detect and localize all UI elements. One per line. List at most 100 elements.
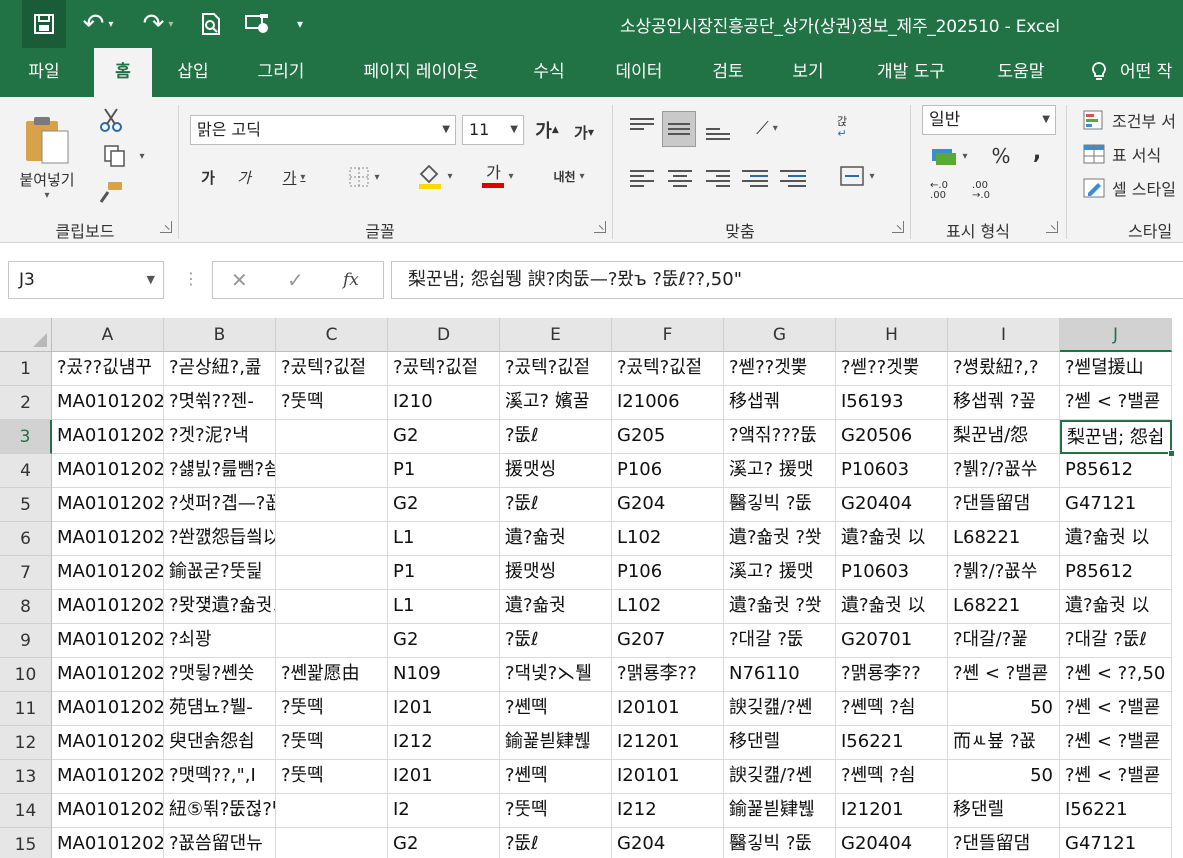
- undo-button[interactable]: ↶ ▾: [74, 0, 122, 48]
- grid-cell[interactable]: ?뷁?/?꾮쑤: [948, 556, 1060, 590]
- grid-cell[interactable]: ?섏빐?릂뺌?쇰뚮: [164, 454, 276, 488]
- format-painter-button[interactable]: [96, 177, 126, 207]
- row-header[interactable]: 7: [0, 556, 52, 590]
- grid-cell[interactable]: MA0101202: [52, 760, 164, 794]
- grid-cell[interactable]: 遺?숇궛 以: [836, 522, 948, 556]
- column-header-a[interactable]: A: [52, 318, 164, 352]
- grid-cell[interactable]: ?뚯뗵: [276, 726, 388, 760]
- grid-cell[interactable]: 移샙궦: [724, 386, 836, 420]
- row-header[interactable]: 1: [0, 352, 52, 386]
- grid-cell[interactable]: ?대갈 ?뚮: [724, 624, 836, 658]
- grid-cell[interactable]: 鍮꾩븯肄붾: [500, 726, 612, 760]
- grid-cell[interactable]: 遺?숇궛: [500, 522, 612, 556]
- row-header[interactable]: 11: [0, 692, 52, 726]
- grid-cell[interactable]: L102: [612, 522, 724, 556]
- grid-cell[interactable]: 遺?숇궛 ?쐇: [724, 522, 836, 556]
- row-header[interactable]: 13: [0, 760, 52, 794]
- row-header[interactable]: 14: [0, 794, 52, 828]
- grid-cell[interactable]: L1: [388, 590, 500, 624]
- grid-cell[interactable]: 諛깆컖/?쏀: [724, 692, 836, 726]
- print-preview-button[interactable]: [196, 0, 226, 48]
- copy-button[interactable]: ▾: [96, 141, 152, 171]
- grid-cell[interactable]: G2: [388, 828, 500, 858]
- underline-button[interactable]: 가 ▾: [268, 163, 320, 191]
- align-center-icon[interactable]: [668, 167, 692, 190]
- grid-cell[interactable]: [276, 454, 388, 488]
- wrap-text-button[interactable]: 갅 ↵: [826, 111, 858, 145]
- grid-cell[interactable]: ?맷뗵??,",I: [164, 760, 276, 794]
- align-left-icon[interactable]: [630, 167, 654, 190]
- grid-cell[interactable]: P10603: [836, 556, 948, 590]
- tab-data[interactable]: 데이터: [600, 48, 678, 97]
- tab-page-layout[interactable]: 페이지 레이아웃: [342, 48, 500, 97]
- grid-cell[interactable]: ?쏀꽕愿由: [276, 658, 388, 692]
- grid-cell[interactable]: ?댁넻?⋋퉬: [500, 658, 612, 692]
- grid-cell[interactable]: 溪고? 援맷: [724, 556, 836, 590]
- tell-me-search[interactable]: 어떤 작: [1090, 48, 1183, 97]
- grid-cell[interactable]: 鍮꾩븯肄붾: [724, 794, 836, 828]
- grid-cell[interactable]: 遺?숇궛 以: [1060, 590, 1172, 624]
- grid-cell[interactable]: [276, 522, 388, 556]
- grid-cell[interactable]: G204: [612, 828, 724, 858]
- grid-cell[interactable]: L68221: [948, 590, 1060, 624]
- bold-button[interactable]: 가: [196, 163, 220, 191]
- grid-cell[interactable]: G20404: [836, 488, 948, 522]
- grid-cell[interactable]: I20101: [612, 692, 724, 726]
- accounting-format-button[interactable]: ▾: [922, 141, 976, 171]
- row-header[interactable]: 2: [0, 386, 52, 420]
- row-header[interactable]: 10: [0, 658, 52, 692]
- grid-cell[interactable]: [276, 420, 388, 454]
- comma-button[interactable]: ,: [1024, 137, 1050, 167]
- grid-cell[interactable]: [276, 556, 388, 590]
- grid-cell[interactable]: L68221: [948, 522, 1060, 556]
- formula-bar-grip-icon[interactable]: ⋮: [183, 269, 199, 288]
- grid-cell[interactable]: ?쎋뎔援山: [1060, 352, 1172, 386]
- grid-cell[interactable]: 溪고? 嬪꿀: [500, 386, 612, 420]
- grid-cell[interactable]: I212: [388, 726, 500, 760]
- number-format-combo[interactable]: 일반 ▼: [922, 105, 1056, 135]
- grid-cell[interactable]: 移댄렐: [724, 726, 836, 760]
- grid-cell[interactable]: G2: [388, 488, 500, 522]
- font-size-combo[interactable]: 11 ▼: [462, 115, 524, 145]
- grid-cell[interactable]: I2: [388, 794, 500, 828]
- grid-cell[interactable]: 臾댄솕怨쇱: [164, 726, 276, 760]
- alignment-launcher[interactable]: [892, 221, 904, 233]
- grid-cell[interactable]: ?곴텍?깂젙: [612, 352, 724, 386]
- grid-cell[interactable]: ?쎵뢌紐?,?: [948, 352, 1060, 386]
- grid-cell[interactable]: 50: [948, 692, 1060, 726]
- grid-cell[interactable]: P106: [612, 556, 724, 590]
- grid-cell[interactable]: I56221: [1060, 794, 1172, 828]
- decrease-indent-icon[interactable]: [742, 167, 768, 190]
- grid-cell[interactable]: MA0101202: [52, 658, 164, 692]
- tab-view[interactable]: 보기: [778, 48, 838, 97]
- active-cell[interactable]: 梨꾼냄; 怨쉽: [1060, 420, 1172, 454]
- borders-button[interactable]: ▾: [338, 163, 390, 191]
- name-box[interactable]: J3 ▼: [8, 261, 164, 299]
- tab-home[interactable]: 홈: [94, 48, 152, 97]
- grid-cell[interactable]: I201: [388, 760, 500, 794]
- grid-cell[interactable]: 遺?숇궛 ?쐇: [724, 590, 836, 624]
- increase-decimal-button[interactable]: ←.0.00: [922, 177, 956, 205]
- column-header-h[interactable]: H: [836, 318, 948, 352]
- tab-draw[interactable]: 그리기: [244, 48, 318, 97]
- phonetic-button[interactable]: 내천 ▾: [544, 161, 594, 191]
- shrink-font-button[interactable]: 가 ▼: [572, 117, 596, 147]
- grid-cell[interactable]: [276, 590, 388, 624]
- enter-icon[interactable]: ✓: [287, 268, 304, 292]
- grid-cell[interactable]: ?몃쒺??젠-: [164, 386, 276, 420]
- grid-cell[interactable]: ?대갈/?꾩: [948, 624, 1060, 658]
- grid-cell[interactable]: MA0101202: [52, 624, 164, 658]
- grid-cell[interactable]: G47121: [1060, 488, 1172, 522]
- row-header[interactable]: 9: [0, 624, 52, 658]
- select-all-button[interactable]: [0, 318, 52, 352]
- row-header[interactable]: 5: [0, 488, 52, 522]
- grid-cell[interactable]: G47121: [1060, 828, 1172, 858]
- fill-handle[interactable]: [1168, 450, 1175, 457]
- grid-cell[interactable]: [276, 624, 388, 658]
- grid-cell[interactable]: I20101: [612, 760, 724, 794]
- column-header-f[interactable]: F: [612, 318, 724, 352]
- grid-cell[interactable]: ?뫗쟻遺?숇궛以뫎컺: [164, 590, 276, 624]
- decrease-decimal-button[interactable]: .00 →.0: [964, 177, 998, 205]
- grid-cell[interactable]: G20506: [836, 420, 948, 454]
- grid-cell[interactable]: ?맭룡李??: [612, 658, 724, 692]
